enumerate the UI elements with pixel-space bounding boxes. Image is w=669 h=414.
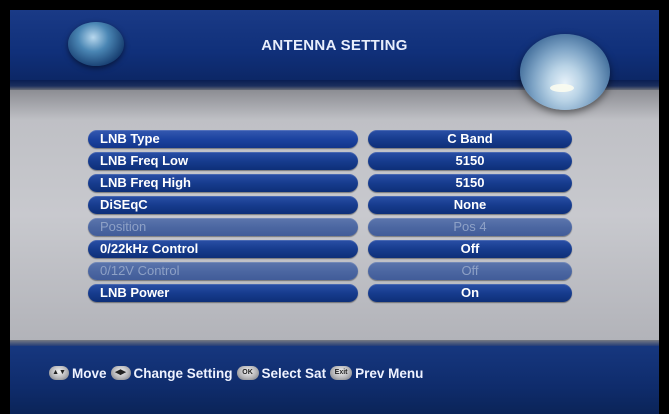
setting-label: LNB Freq Low <box>88 152 358 170</box>
help-change-setting: Change Setting <box>133 365 233 381</box>
up-down-arrow-key-icon: ▲▼ <box>49 366 69 380</box>
setting-value[interactable]: None <box>368 196 572 214</box>
setting-value[interactable]: Off <box>368 240 572 258</box>
setting-value[interactable]: C Band <box>368 130 572 148</box>
key-help-bar: ▲▼ Move ◀▶ Change Setting OK Select Sat … <box>49 363 423 383</box>
help-move: Move <box>72 365 107 381</box>
setting-label: LNB Power <box>88 284 358 302</box>
setting-label: Position <box>88 218 358 236</box>
setting-value: Pos 4 <box>368 218 572 236</box>
ok-key-icon: OK <box>236 366 259 380</box>
setting-label: DiSEqC <box>88 196 358 214</box>
setting-label: 0/22kHz Control <box>88 240 358 258</box>
settings-panel <box>10 90 659 340</box>
satellite-dish-orb-icon <box>520 34 610 110</box>
setting-value[interactable]: On <box>368 284 572 302</box>
setting-label: LNB Type <box>88 130 358 148</box>
exit-key-icon: Exit <box>330 366 353 380</box>
help-prev-menu: Prev Menu <box>355 365 424 381</box>
setting-label: 0/12V Control <box>88 262 358 280</box>
help-select-sat: Select Sat <box>261 365 327 381</box>
setting-value[interactable]: 5150 <box>368 174 572 192</box>
setting-value: Off <box>368 262 572 280</box>
setting-value[interactable]: 5150 <box>368 152 572 170</box>
setting-label: LNB Freq High <box>88 174 358 192</box>
left-right-arrow-key-icon: ◀▶ <box>110 366 131 380</box>
